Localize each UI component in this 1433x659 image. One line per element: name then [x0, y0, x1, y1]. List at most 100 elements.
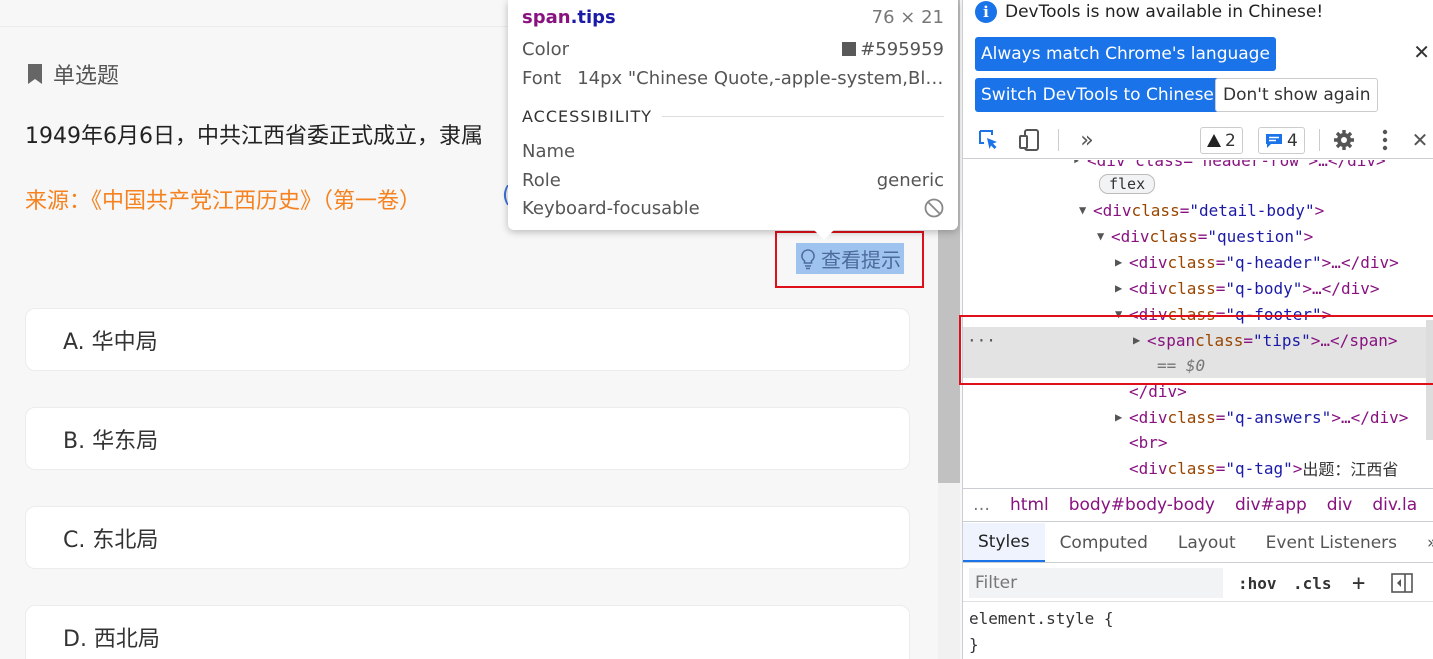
- lightbulb-icon: [801, 248, 815, 269]
- hov-toggle[interactable]: :hov: [1238, 564, 1277, 602]
- tab-layout[interactable]: Layout: [1163, 523, 1251, 562]
- question-type-label: 单选题: [53, 64, 120, 89]
- dom-node-header-row[interactable]: ▸ <div class="header-row">…</div>: [1073, 160, 1386, 172]
- collapse-arrow-icon: ▸: [1073, 160, 1081, 167]
- kebab-menu-icon[interactable]: [1373, 121, 1397, 159]
- tab-computed[interactable]: Computed: [1045, 523, 1163, 562]
- color-label: Color: [522, 38, 569, 60]
- styles-pane: element.style { }: [969, 606, 1114, 658]
- dom-node-q-body[interactable]: ▶ <div class = "q-body" >…</div>: [1115, 276, 1379, 300]
- language-infobar: i DevTools is now available in Chinese! …: [963, 0, 1433, 120]
- infobar-message-row: i DevTools is now available in Chinese!: [975, 1, 1323, 23]
- tooltip-role-row: Role generic: [522, 168, 944, 192]
- role-label: Role: [522, 169, 561, 191]
- element-selector: span.tips: [522, 7, 616, 28]
- tooltip-keyboard-row: Keyboard-focusable: [522, 196, 944, 220]
- settings-gear-icon[interactable]: [1330, 121, 1358, 159]
- device-toolbar-icon[interactable]: [1015, 121, 1043, 159]
- question-body: 1949年6月6日，中共江西省委正式成立，隶属: [25, 124, 483, 149]
- warnings-badge[interactable]: 2: [1200, 127, 1243, 154]
- breadcrumb-div-la[interactable]: div.la: [1362, 495, 1427, 515]
- collapse-arrow-icon: ▶: [1115, 255, 1123, 269]
- devtools-toolbar: » 2 4 ✕: [963, 121, 1433, 159]
- tooltip-font-row: Font 14px "Chinese Quote,-apple-system,B…: [522, 66, 944, 90]
- breadcrumb-ellipsis[interactable]: …: [963, 495, 1000, 515]
- devtools-panel: i DevTools is now available in Chinese! …: [959, 0, 1433, 659]
- view-tips-button[interactable]: 查看提示: [796, 243, 904, 274]
- expand-arrow-icon: ▼: [1079, 203, 1087, 217]
- accessibility-header: ACCESSIBILITY: [522, 107, 653, 126]
- q-header-attr: "q-header": [1225, 252, 1322, 272]
- message-icon: [1266, 133, 1282, 148]
- dom-node-q-tag[interactable]: <div class = "q-tag" > 出题：江西省: [1129, 456, 1398, 480]
- question-type: 单选题: [27, 58, 119, 90]
- dont-show-again-button[interactable]: Don't show again: [1215, 78, 1379, 112]
- selected-node-outline: [959, 315, 1433, 385]
- tab-styles[interactable]: Styles: [963, 523, 1045, 562]
- expand-arrow-icon: ▼: [1097, 229, 1105, 243]
- breadcrumb-app[interactable]: div#app: [1225, 495, 1317, 515]
- toolbar-divider: [1058, 129, 1059, 151]
- font-label: Font: [522, 67, 562, 89]
- dom-node-detail-body[interactable]: ▼ <div class = "detail-body" >: [1079, 198, 1324, 222]
- not-focusable-icon: [924, 198, 944, 218]
- dom-node-question[interactable]: ▼ <div class = "question" >: [1097, 224, 1313, 248]
- view-tips-label: 查看提示: [821, 248, 901, 272]
- element-style-rule[interactable]: element.style {: [969, 606, 1114, 632]
- option-b[interactable]: B. 华东局: [25, 407, 910, 470]
- inspect-tooltip: span.tips 76 × 21 Color #595959 Font 14p…: [508, 0, 958, 240]
- option-d[interactable]: D. 西北局: [25, 605, 910, 659]
- messages-count: 4: [1287, 130, 1298, 151]
- tab-event-listeners[interactable]: Event Listeners: [1251, 523, 1412, 562]
- dom-node-br[interactable]: <br>: [1129, 430, 1168, 454]
- font-value: 14px "Chinese Quote,-apple-system,Blink…: [577, 67, 944, 89]
- warning-icon: [1207, 134, 1221, 147]
- accessibility-section: ACCESSIBILITY: [522, 107, 944, 126]
- keyboard-label: Keyboard-focusable: [522, 197, 700, 219]
- bookmark-icon: [28, 64, 42, 84]
- flex-badge-row: flex: [1099, 172, 1156, 196]
- infobar-message: DevTools is now available in Chinese!: [1005, 2, 1324, 22]
- collapse-arrow-icon: ▶: [1115, 281, 1123, 295]
- breadcrumb-html[interactable]: html: [1000, 495, 1059, 515]
- breadcrumb-body[interactable]: body#body-body: [1059, 495, 1225, 515]
- inspect-element-icon[interactable]: [975, 121, 1003, 159]
- styles-filter-bar: Filter :hov .cls +: [963, 564, 1433, 602]
- styles-filter-input[interactable]: Filter: [969, 568, 1223, 598]
- name-label: Name: [522, 140, 576, 162]
- infobar-close-icon[interactable]: ✕: [1413, 40, 1430, 64]
- cls-toggle[interactable]: .cls: [1293, 564, 1332, 602]
- dom-node-q-answers[interactable]: ▶ <div class = "q-answers" >…</div>: [1115, 405, 1408, 429]
- section-divider: [662, 116, 944, 117]
- br-tag: <br>: [1129, 432, 1168, 452]
- role-value: generic: [876, 169, 944, 191]
- question-attr: "question": [1207, 226, 1304, 246]
- more-tabs-icon[interactable]: »: [1073, 121, 1101, 159]
- dom-node-q-header[interactable]: ▶ <div class = "q-header" >…</div>: [1115, 250, 1399, 274]
- q-tag-attr: "q-tag": [1225, 458, 1293, 478]
- option-c[interactable]: C. 东北局: [25, 506, 910, 569]
- toolbar-divider-2: [1319, 129, 1320, 151]
- q-tag-text: 出题：江西省: [1302, 460, 1399, 479]
- new-style-rule-icon[interactable]: +: [1352, 564, 1365, 602]
- styles-tabbar: Styles Computed Layout Event Listeners »: [963, 523, 1433, 563]
- always-match-language-button[interactable]: Always match Chrome's language: [975, 37, 1276, 71]
- flex-badge[interactable]: flex: [1099, 174, 1156, 194]
- detail-body-attr: "detail-body": [1189, 200, 1315, 220]
- breadcrumb-div[interactable]: div: [1317, 495, 1363, 515]
- info-icon: i: [975, 1, 997, 23]
- tooltip-name-row: Name: [522, 139, 944, 163]
- switch-to-chinese-button[interactable]: Switch DevTools to Chinese: [975, 78, 1220, 112]
- toggle-sidebar-icon[interactable]: [1391, 564, 1413, 602]
- option-a[interactable]: A. 华中局: [25, 308, 910, 371]
- element-dimensions: 76 × 21: [871, 6, 944, 28]
- element-style-close: }: [969, 635, 979, 654]
- tooltip-header: span.tips 76 × 21: [522, 5, 944, 29]
- close-devtools-icon[interactable]: ✕: [1409, 121, 1431, 159]
- element-class: .tips: [570, 6, 616, 28]
- messages-badge[interactable]: 4: [1258, 127, 1305, 154]
- tips-highlight-outline: 查看提示: [775, 231, 924, 288]
- more-style-tabs-icon[interactable]: »: [1412, 523, 1433, 562]
- color-swatch-icon: [842, 41, 857, 56]
- breadcrumb: … html body#body-body div#app div div.la: [963, 488, 1433, 522]
